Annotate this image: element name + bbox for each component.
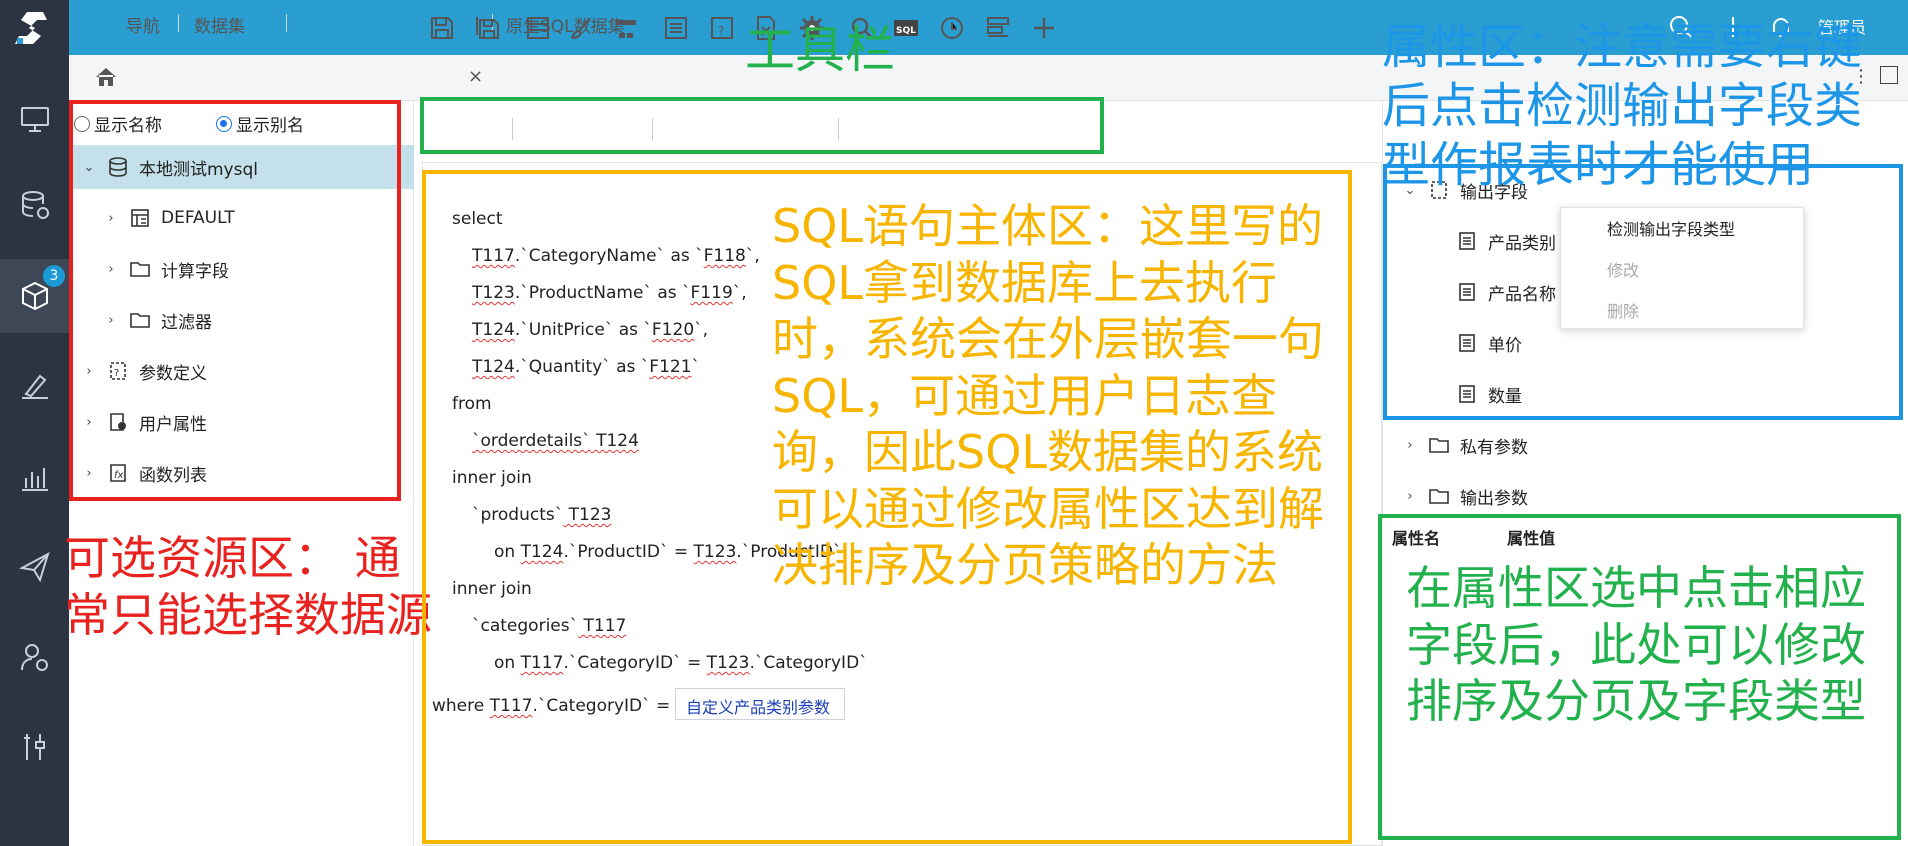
add-icon[interactable] xyxy=(1030,14,1058,42)
database-settings-icon xyxy=(21,191,49,219)
hierarchy-icon[interactable] xyxy=(612,14,640,42)
param-icon[interactable]: ? xyxy=(708,14,736,42)
tree-node-output-params[interactable]: › 输出参数 xyxy=(1390,474,1528,518)
clock-icon[interactable] xyxy=(938,14,966,42)
logo-icon xyxy=(14,11,47,44)
field-list-icon[interactable] xyxy=(662,14,690,42)
tree-node-private-params[interactable]: › 私有参数 xyxy=(1390,423,1528,467)
chevron-right-icon[interactable]: › xyxy=(1402,438,1418,453)
nav-dataset[interactable]: 3 xyxy=(0,259,69,333)
property-area-highlight xyxy=(1383,164,1903,420)
toolbar-highlight xyxy=(420,97,1104,154)
nav-user-settings[interactable] xyxy=(0,620,69,694)
property-area-note: 属性区：注意需要右键后点击检测输出字段类型作报表时才能使用 xyxy=(1382,19,1863,194)
resource-area-note: 可选资源区： 通常只能选择数据源 xyxy=(64,531,432,642)
app-logo[interactable] xyxy=(0,0,69,55)
svg-text:?: ? xyxy=(718,24,724,38)
resource-area-highlight xyxy=(69,100,401,501)
close-tab-icon[interactable]: × xyxy=(468,66,483,87)
home-icon[interactable] xyxy=(94,66,118,88)
label-private-params: 私有参数 xyxy=(1460,437,1528,458)
toolbar-note: 工具栏 xyxy=(745,21,895,79)
monitor-icon xyxy=(20,107,49,132)
brush-icon[interactable] xyxy=(568,14,596,42)
svg-text:SQL: SQL xyxy=(896,26,916,36)
chevron-right-icon[interactable]: › xyxy=(1402,489,1418,504)
nav-monitor[interactable] xyxy=(0,82,69,156)
nav-publish[interactable] xyxy=(0,530,69,604)
nav-tools[interactable] xyxy=(0,710,69,784)
pen-ruler-icon xyxy=(21,374,48,399)
folder-icon xyxy=(1429,489,1449,504)
nav-report[interactable] xyxy=(0,350,69,424)
dataset-badge: 3 xyxy=(43,265,65,287)
save-as-icon[interactable] xyxy=(474,14,502,42)
save-icon[interactable] xyxy=(428,14,456,42)
table-view-icon[interactable] xyxy=(524,14,552,42)
property-edit-note: 在属性区选中点击相应字段后，此处可以修改排序及分页及字段类型 xyxy=(1406,561,1866,729)
label-output-params: 输出参数 xyxy=(1460,488,1528,509)
crumb-dataset[interactable]: 数据集 xyxy=(194,12,245,37)
app-sidebar: 3 xyxy=(0,0,69,846)
sql-icon[interactable]: SQL xyxy=(892,14,920,42)
crumb-nav[interactable]: 导航 xyxy=(126,12,160,37)
nav-datasource[interactable] xyxy=(0,168,69,242)
sql-area-note: SQL语句主体区：这里写的SQL拿到数据库上去执行时，系统会在外层嵌套一句SQL… xyxy=(772,199,1324,593)
send-icon xyxy=(18,551,50,583)
layout-icon[interactable] xyxy=(984,14,1012,42)
folder-icon xyxy=(1429,438,1449,453)
tab-sql-dataset[interactable]: SQL数据集的制作 xyxy=(306,12,442,37)
user-gear-icon xyxy=(20,644,48,671)
bar-chart-icon xyxy=(21,468,48,491)
tools-icon xyxy=(23,734,45,760)
nav-analysis[interactable] xyxy=(0,440,69,514)
